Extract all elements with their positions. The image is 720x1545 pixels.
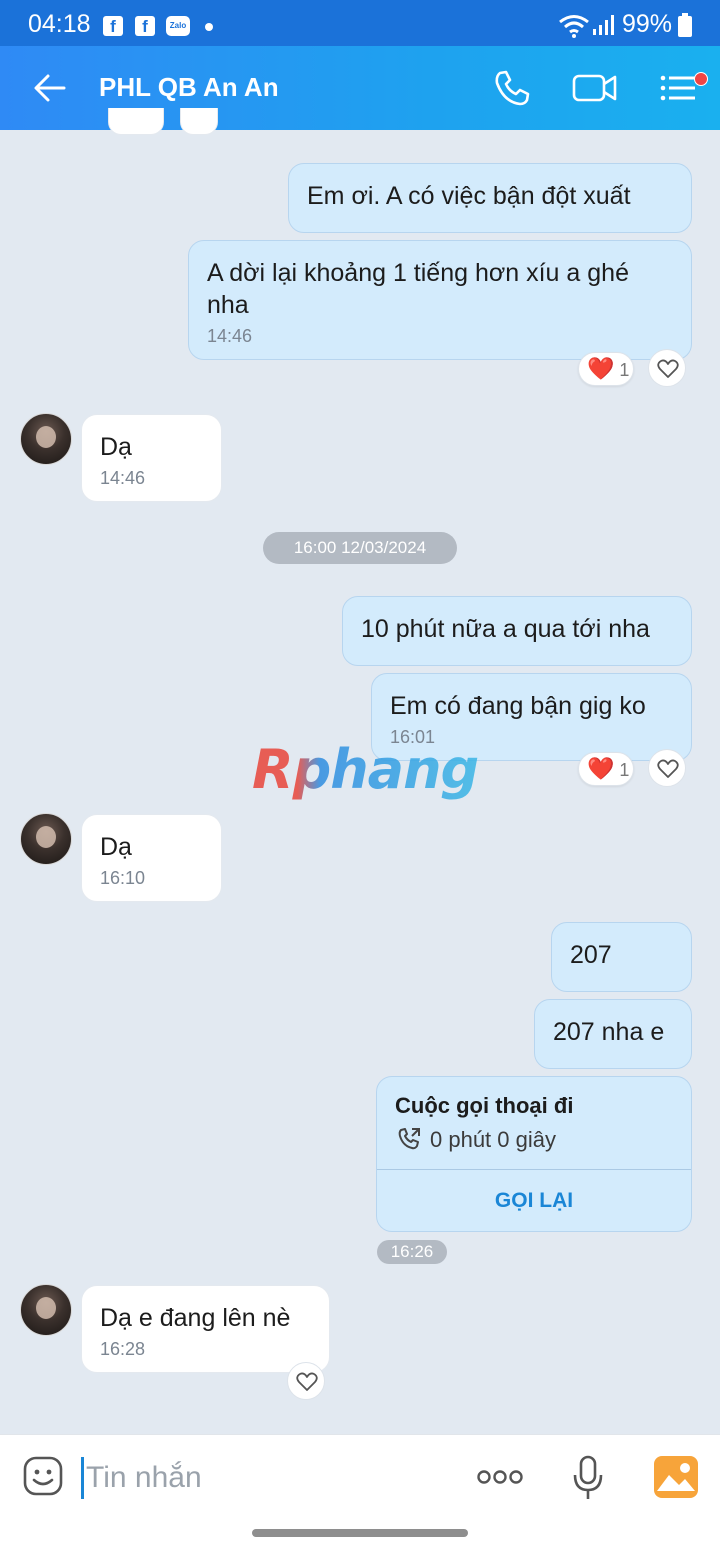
back-arrow-icon[interactable] xyxy=(32,70,68,106)
message-text: Dạ e đang lên nè xyxy=(100,1304,291,1332)
status-bar: 04:18 f f Zalo 99% xyxy=(0,0,720,46)
menu-list-icon[interactable] xyxy=(658,68,698,108)
heart-reaction-icon: ❤️ xyxy=(587,756,615,781)
message-text: Em có đang bận gig ko xyxy=(390,692,646,720)
sticker-emoji-icon[interactable] xyxy=(22,1455,64,1497)
message-bubble-received[interactable]: Dạ 14:46 xyxy=(81,414,222,502)
message-bubble-received[interactable]: Dạ 16:10 xyxy=(81,814,222,902)
text-cursor xyxy=(81,1457,84,1499)
message-text: 10 phút nữa a qua tới nha xyxy=(361,615,650,643)
message-input-bar: Tin nhắn xyxy=(0,1434,720,1545)
contact-avatar[interactable] xyxy=(20,813,72,865)
notification-dot-icon xyxy=(205,23,213,31)
like-button[interactable] xyxy=(648,349,686,387)
divider xyxy=(377,1169,691,1170)
outgoing-call-icon xyxy=(398,1128,420,1150)
facebook-icon: f xyxy=(103,16,123,36)
signal-icon xyxy=(593,15,614,35)
like-button[interactable] xyxy=(287,1362,325,1400)
reaction-count: 1 xyxy=(619,760,630,780)
partial-bubble xyxy=(108,108,164,135)
image-gallery-icon[interactable] xyxy=(653,1455,699,1499)
battery-level: 99% xyxy=(622,10,673,38)
contact-name[interactable]: PHL QB An An xyxy=(99,72,279,103)
voice-call-card: Cuộc gọi thoại đi 0 phút 0 giây GỌI LẠI xyxy=(376,1076,692,1232)
facebook-icon: f xyxy=(135,16,155,36)
call-duration: 0 phút 0 giây xyxy=(430,1127,556,1152)
battery-icon xyxy=(678,13,692,37)
call-back-button[interactable]: GỌI LẠI xyxy=(377,1171,691,1231)
message-text: Dạ xyxy=(100,833,132,861)
message-bubble-sent[interactable]: 207 xyxy=(551,922,692,992)
microphone-icon[interactable] xyxy=(572,1455,604,1501)
heart-outline-icon xyxy=(657,359,679,378)
menu-badge-dot xyxy=(694,72,708,86)
reaction-badge[interactable]: ❤️ 1 xyxy=(578,752,634,786)
message-bubble-sent[interactable]: Em ơi. A có việc bận đột xuất xyxy=(288,163,692,233)
video-call-icon[interactable] xyxy=(572,68,618,108)
message-time: 14:46 xyxy=(100,468,146,488)
heart-reaction-icon: ❤️ xyxy=(587,356,615,381)
message-time: 16:26 xyxy=(377,1240,447,1264)
message-text: 207 nha e xyxy=(553,1018,665,1046)
call-title: Cuộc gọi thoại đi xyxy=(395,1093,574,1118)
reaction-badge[interactable]: ❤️ 1 xyxy=(578,352,634,386)
contact-avatar[interactable] xyxy=(20,413,72,465)
home-indicator xyxy=(252,1529,468,1537)
message-bubble-sent[interactable]: 207 nha e xyxy=(534,999,692,1069)
more-options-icon[interactable] xyxy=(476,1467,524,1487)
partial-bubble xyxy=(180,108,218,135)
message-time: 14:46 xyxy=(207,326,253,346)
message-text: Em ơi. A có việc bận đột xuất xyxy=(307,182,631,210)
watermark-logo: Rphang xyxy=(252,738,479,801)
reaction-count: 1 xyxy=(619,360,630,380)
zalo-icon: Zalo xyxy=(166,16,190,36)
status-time: 04:18 xyxy=(28,10,91,38)
like-button[interactable] xyxy=(648,749,686,787)
contact-avatar[interactable] xyxy=(20,1284,72,1336)
message-bubble-sent[interactable]: A dời lại khoảng 1 tiếng hơn xíu a ghé n… xyxy=(188,240,692,360)
heart-outline-icon xyxy=(657,759,679,778)
message-text: A dời lại khoảng 1 tiếng hơn xíu a ghé n… xyxy=(207,259,629,319)
phone-call-icon[interactable] xyxy=(492,68,532,108)
message-bubble-received[interactable]: Dạ e đang lên nè 16:28 xyxy=(81,1285,330,1373)
message-bubble-sent[interactable]: 10 phút nữa a qua tới nha xyxy=(342,596,692,666)
message-text: Dạ xyxy=(100,433,132,461)
heart-outline-icon xyxy=(296,1372,318,1391)
message-time: 16:28 xyxy=(100,1339,146,1359)
date-separator: 16:00 12/03/2024 xyxy=(263,532,457,564)
message-input[interactable]: Tin nhắn xyxy=(86,1461,202,1495)
message-text: 207 xyxy=(570,941,612,969)
wifi-icon xyxy=(559,15,589,38)
message-time: 16:10 xyxy=(100,868,146,888)
